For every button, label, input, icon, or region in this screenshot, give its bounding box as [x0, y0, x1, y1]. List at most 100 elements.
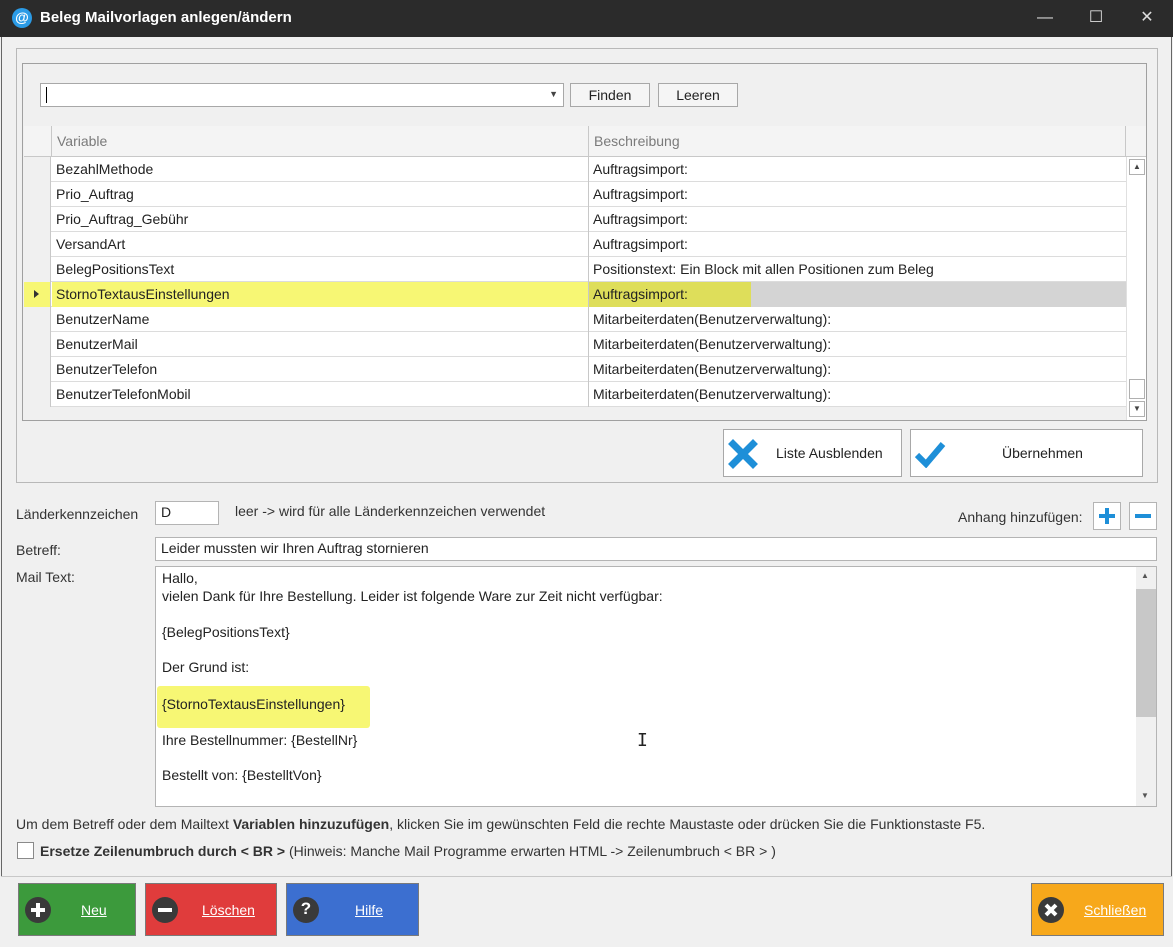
scroll-thumb[interactable] [1129, 379, 1145, 399]
minimize-button[interactable]: — [1020, 0, 1070, 37]
close-circle-icon [1038, 897, 1064, 923]
grid-header: Variable Beschreibung [24, 126, 1146, 157]
table-row[interactable]: BenutzerTelefon Mitarbeiterdaten(Benutze… [24, 357, 1126, 382]
maximize-button[interactable]: ☐ [1071, 0, 1121, 37]
apply-button[interactable]: Übernehmen [910, 429, 1143, 477]
cell-description: Auftragsimport: [593, 286, 688, 302]
cell-variable: BenutzerName [52, 307, 589, 332]
attachment-label: Anhang hinzufügen: [958, 509, 1083, 525]
text-caret [46, 87, 47, 103]
cell-description: Auftragsimport: [593, 236, 688, 252]
scroll-down-icon[interactable]: ▼ [1129, 401, 1145, 417]
delete-label: Löschen [202, 902, 255, 918]
table-row[interactable]: Prio_Auftrag Auftragsimport: [24, 182, 1126, 207]
cell-variable: BenutzerTelefon [52, 357, 589, 382]
column-header-description[interactable]: Beschreibung [589, 126, 1126, 157]
table-row[interactable]: BelegPositionsText Positionstext: Ein Bl… [24, 257, 1126, 282]
header-indicator-cell [24, 126, 52, 157]
checkmark-icon [914, 442, 946, 468]
linebreak-option-label[interactable]: Ersetze Zeilenumbruch durch < BR > (Hinw… [40, 843, 776, 859]
apply-label: Übernehmen [1002, 445, 1083, 461]
mailtext-scrollbar[interactable]: ▲ ▼ [1136, 567, 1156, 806]
table-row[interactable]: BenutzerTelefonMobil Mitarbeiterdaten(Be… [24, 382, 1126, 407]
table-row[interactable]: BezahlMethode Auftragsimport: [24, 157, 1126, 182]
row-indicator [24, 257, 51, 282]
grid-vertical-scrollbar[interactable]: ▲ ▼ [1126, 157, 1146, 420]
minus-icon [1135, 514, 1151, 518]
mailtext-line: {StornoTextausEinstellungen} [162, 696, 345, 712]
row-indicator [24, 282, 51, 307]
mailtext-line: Bestellt von: {BestelltVon} [162, 767, 322, 783]
cell-variable: StornoTextausEinstellungen [52, 282, 589, 307]
close-x-icon [728, 439, 758, 469]
table-row-selected[interactable]: StornoTextausEinstellungen Auftragsimpor… [24, 282, 1126, 307]
plus-icon [1099, 508, 1115, 524]
mailtext-line: {BelegPositionsText} [162, 624, 290, 640]
close-dialog-button[interactable]: Schließen [1031, 883, 1164, 936]
new-button[interactable]: Neu [18, 883, 136, 936]
help-button[interactable]: ? Hilfe [286, 883, 419, 936]
row-indicator [24, 232, 51, 257]
scroll-up-icon[interactable]: ▲ [1141, 571, 1149, 580]
cell-variable: Prio_Auftrag_Gebühr [52, 207, 589, 232]
cell-description: Auftragsimport: [593, 211, 688, 227]
add-attachment-button[interactable] [1093, 502, 1121, 530]
hint-text: Um dem Betreff oder dem Mailtext [16, 816, 233, 832]
title-bar: @ Beleg Mailvorlagen anlegen/ändern — ☐ … [0, 0, 1173, 37]
subject-input[interactable]: Leider mussten wir Ihren Auftrag stornie… [155, 537, 1157, 561]
table-row[interactable]: VersandArt Auftragsimport: [24, 232, 1126, 257]
table-row[interactable]: BenutzerName Mitarbeiterdaten(Benutzerve… [24, 307, 1126, 332]
row-indicator [24, 332, 51, 357]
delete-button[interactable]: Löschen [145, 883, 277, 936]
mailtext-line: Hallo, [162, 570, 198, 586]
cell-description: Mitarbeiterdaten(Benutzerverwaltung): [593, 386, 832, 402]
cell-variable: Prio_Auftrag [52, 182, 589, 207]
close-window-button[interactable]: ✕ [1122, 0, 1172, 37]
linebreak-checkbox[interactable] [17, 842, 34, 859]
mailtext-highlighted-line-wrap: {StornoTextausEinstellungen} [157, 686, 370, 728]
window-title: Beleg Mailvorlagen anlegen/ändern [40, 9, 292, 26]
chevron-down-icon[interactable]: ▼ [549, 89, 558, 99]
cell-description: Auftragsimport: [593, 161, 688, 177]
plus-circle-icon [25, 897, 51, 923]
search-combobox[interactable]: ▼ [40, 83, 564, 107]
cell-variable: BelegPositionsText [52, 257, 589, 282]
mailtext-line: vielen Dank für Ihre Bestellung. Leider … [162, 588, 663, 604]
help-label: Hilfe [355, 902, 384, 918]
country-input[interactable]: D [155, 501, 219, 525]
row-indicator [24, 307, 51, 332]
hint-text-end: , klicken Sie im gewünschten Feld die re… [389, 816, 986, 832]
cell-description-cell: Auftragsimport: [589, 282, 1126, 307]
table-row[interactable]: BenutzerMail Mitarbeiterdaten(Benutzerve… [24, 332, 1126, 357]
row-indicator [24, 182, 51, 207]
current-row-arrow-icon [34, 290, 39, 298]
new-label: Neu [81, 902, 107, 918]
remove-attachment-button[interactable] [1129, 502, 1157, 530]
scroll-up-icon[interactable]: ▲ [1129, 159, 1145, 175]
mailtext-label: Mail Text: [16, 569, 75, 585]
row-indicator [24, 207, 51, 232]
table-row[interactable]: Prio_Auftrag_Gebühr Auftragsimport: [24, 207, 1126, 232]
hint-bold: Variablen hinzuzufügen [232, 816, 390, 832]
cell-variable: VersandArt [52, 232, 589, 257]
hide-list-button[interactable]: Liste Ausblenden [723, 429, 902, 477]
linebreak-bold-label: Ersetze Zeilenumbruch durch < BR > [40, 843, 286, 859]
cell-description: Mitarbeiterdaten(Benutzerverwaltung): [593, 361, 832, 377]
mailtext-line: Der Grund ist: [162, 659, 250, 675]
minus-circle-icon [152, 897, 178, 923]
column-header-variable[interactable]: Variable [52, 126, 589, 157]
country-hint: leer -> wird für alle Länderkennzeichen … [235, 503, 546, 519]
clear-button[interactable]: Leeren [658, 83, 738, 107]
scroll-thumb[interactable] [1136, 589, 1156, 717]
cell-description: Mitarbeiterdaten(Benutzerverwaltung): [593, 311, 832, 327]
mailtext-textarea[interactable]: Hallo, vielen Dank für Ihre Bestellung. … [155, 566, 1157, 807]
help-circle-icon: ? [293, 897, 319, 923]
grid-empty-area [24, 407, 1126, 420]
find-button[interactable]: Finden [570, 83, 650, 107]
cell-variable: BenutzerTelefonMobil [52, 382, 589, 407]
scroll-down-icon[interactable]: ▼ [1141, 791, 1149, 800]
cell-description: Mitarbeiterdaten(Benutzerverwaltung): [593, 336, 832, 352]
hide-list-label: Liste Ausblenden [776, 445, 883, 461]
linebreak-note: (Hinweis: Manche Mail Programme erwarten… [288, 843, 776, 859]
subject-label: Betreff: [16, 542, 61, 558]
